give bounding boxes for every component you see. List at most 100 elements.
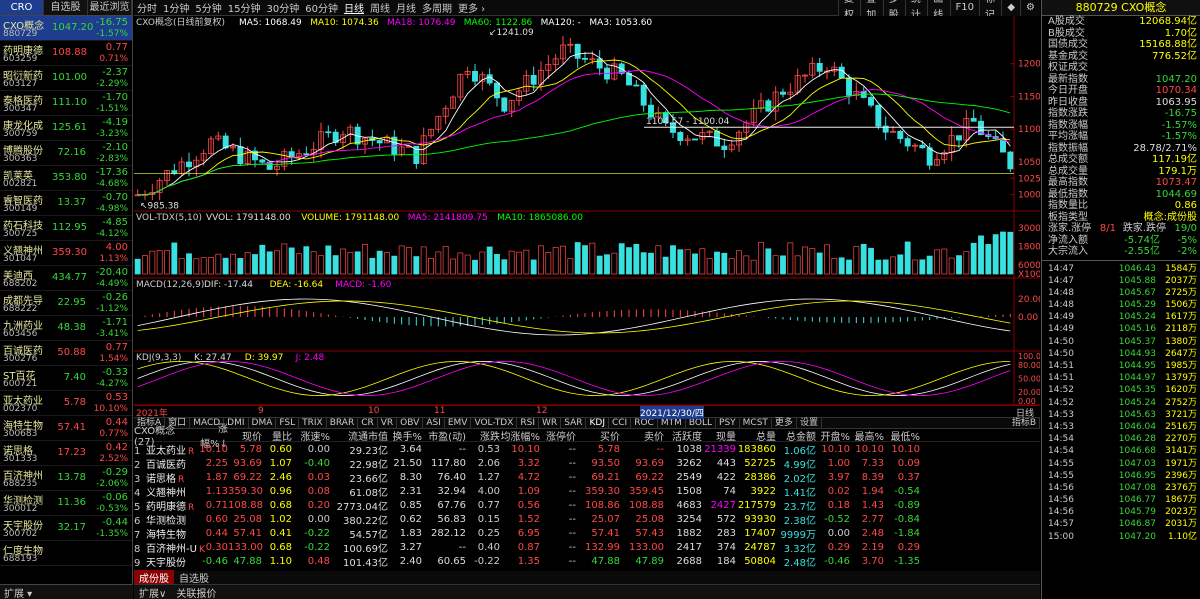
list-item[interactable]: 百济神州 688235 13.78 -0.29 -2.06% bbox=[0, 466, 132, 491]
table-cell: 359.30 bbox=[585, 485, 620, 497]
list-footer[interactable]: 扩展 ▾ bbox=[0, 584, 133, 599]
list-item[interactable]: 仁度生物 688193 bbox=[0, 541, 132, 566]
column-header[interactable]: 最低% bbox=[884, 428, 920, 443]
list-item[interactable]: 九洲药业 603456 48.38 -1.71 -3.41% bbox=[0, 316, 132, 341]
period-tab[interactable]: 30分钟 bbox=[263, 0, 302, 15]
kline-chart[interactable]: CXO概念(日线前复权) MA5: 1068.49 MA10: 1074.36 MA1… bbox=[134, 16, 1040, 405]
column-header[interactable]: 卖价 bbox=[620, 428, 664, 443]
table-row[interactable]: 3 诺思格 R 1.87 69.22 2.46 0.03 23.66亿 8.30 76.40 1.2… bbox=[134, 470, 1040, 485]
column-header[interactable]: 总金额 bbox=[776, 428, 816, 443]
column-header[interactable]: 最高% bbox=[850, 428, 884, 443]
period-tab[interactable]: 5分钟 bbox=[192, 0, 224, 15]
period-tab[interactable]: 日线 bbox=[341, 0, 367, 15]
table-row[interactable]: 5 药明康德 R 0.71 108.88 0.68 0.20 2773.04亿 0.85 67.7… bbox=[134, 498, 1040, 513]
table-row[interactable]: 8 百济神州-U K 0.30 133.00 0.68 -0.22 100.69亿 3.27 --… bbox=[134, 540, 1040, 555]
list-item[interactable]: 成都先导 688222 22.95 -0.26 -1.12% bbox=[0, 291, 132, 316]
table-cell: 0.02 bbox=[827, 485, 850, 497]
column-header[interactable]: 买价 bbox=[576, 428, 620, 443]
list-item[interactable]: 凯莱英 002821 353.80 -17.36 -4.68% bbox=[0, 166, 132, 191]
table-cell: 1.02 bbox=[269, 513, 292, 525]
column-header[interactable]: 量比 bbox=[262, 428, 292, 443]
stat-key: 最新指数 bbox=[1048, 73, 1088, 85]
period-tab[interactable]: 多周期 bbox=[419, 0, 455, 15]
list-item[interactable]: 天宇股份 300702 32.17 -0.44 -1.35% bbox=[0, 516, 132, 541]
tool-button[interactable]: F10 bbox=[949, 0, 979, 16]
column-header[interactable]: 涨速% bbox=[292, 428, 330, 443]
sheet-tab[interactable]: 成份股 bbox=[134, 570, 174, 585]
tick-volume: 1971万 bbox=[1165, 458, 1197, 469]
tool-button[interactable]: ◆ bbox=[1001, 0, 1020, 16]
period-tab[interactable]: 1分钟 bbox=[160, 0, 192, 15]
column-header[interactable]: 现量 bbox=[702, 428, 736, 443]
list-item[interactable]: 美迪西 688202 434.77 -20.40 -4.49% bbox=[0, 266, 132, 291]
list-item[interactable]: 博腾股份 300363 72.16 -2.10 -2.83% bbox=[0, 141, 132, 166]
list-item[interactable]: 诺思格 301333 17.23 0.42 2.52% bbox=[0, 441, 132, 466]
tab-watchlist[interactable]: 自选股 bbox=[44, 0, 88, 15]
stat-key: 基金成交 bbox=[1048, 50, 1088, 62]
stock-code: 300759 bbox=[3, 129, 38, 139]
table-cell: 3262 bbox=[676, 457, 702, 469]
table-cell: 23.7亿 bbox=[783, 501, 816, 513]
column-header[interactable]: 涨停价 bbox=[540, 428, 576, 443]
list-item[interactable]: 泰格医药 300347 111.10 -1.70 -1.51% bbox=[0, 91, 132, 116]
list-item[interactable]: 海特生物 300683 57.41 0.44 0.77% bbox=[0, 416, 132, 441]
period-tab[interactable]: 周线 bbox=[367, 0, 393, 15]
column-header[interactable]: 流通市值 bbox=[330, 428, 388, 443]
period-tab[interactable]: 15分钟 bbox=[225, 0, 264, 15]
vol-bar bbox=[376, 250, 383, 275]
list-item[interactable]: 百诚医药 300276 50.88 0.77 1.54% bbox=[0, 341, 132, 366]
sheet-tab[interactable]: 自选股 bbox=[174, 570, 214, 585]
stock-price: 1047.20 bbox=[52, 22, 94, 33]
table-row[interactable]: 7 海特生物 0.44 57.41 0.41 -0.22 54.57亿 1.83 282.12 0… bbox=[134, 526, 1040, 541]
period-label[interactable]: 日线 bbox=[1016, 406, 1034, 419]
table-cell: 1.41亿 bbox=[783, 487, 816, 499]
table-row[interactable]: 4 义翘神州 1.13 359.30 0.96 0.08 61.08亿 2.31 32.94 4.… bbox=[134, 484, 1040, 499]
tool-button[interactable]: ⚙ bbox=[1020, 0, 1040, 16]
table-cell: 1.10 bbox=[269, 555, 292, 567]
stock-change: 0.44 bbox=[105, 417, 128, 428]
footer-tab[interactable]: 扩展∨ bbox=[134, 585, 171, 599]
list-item[interactable]: 义翘神州 301047 359.30 4.00 1.13% bbox=[0, 241, 132, 266]
column-header[interactable]: 涨跌 bbox=[466, 428, 500, 443]
period-tab[interactable]: 月线 bbox=[393, 0, 419, 15]
stat-key: 指数量比 bbox=[1048, 200, 1088, 211]
tab-recent[interactable]: 最近浏览 bbox=[88, 0, 132, 15]
stock-pct: -1.35% bbox=[96, 529, 128, 539]
column-header[interactable]: 总量 bbox=[736, 428, 776, 443]
column-header[interactable]: 换手% bbox=[388, 428, 422, 443]
table-row[interactable]: 2 百诚医药 2.25 93.69 1.07 -0.40 22.98亿 21.50 117.80… bbox=[134, 456, 1040, 471]
column-header[interactable]: 均涨幅% bbox=[500, 428, 540, 443]
indicator-b-tab[interactable]: 指标B bbox=[1009, 417, 1040, 429]
tick-list[interactable]: 14:47 1046.43 1584万 14:47 1045.88 2037万 14:48 1… bbox=[1042, 263, 1200, 543]
column-header[interactable]: 活跃度 bbox=[664, 428, 702, 443]
period-tab[interactable]: 更多 › bbox=[455, 0, 488, 15]
table-row[interactable]: 9 天宇股份 -0.46 47.88 1.10 0.48 101.43亿 2.40 60.65-… bbox=[134, 554, 1040, 569]
candle-body bbox=[868, 97, 874, 106]
list-item[interactable]: 药明康德 603259 108.88 0.77 0.71% bbox=[0, 41, 132, 66]
list-item[interactable]: 亚太药业 002370 5.78 0.53 10.10% bbox=[0, 391, 132, 416]
list-item[interactable]: 康龙化成 300759 125.61 -4.19 -3.23% bbox=[0, 116, 132, 141]
table-row[interactable]: 1 亚太药业 R 10.10 5.78 0.60 0.00 29.23亿 3.64 -- 0.53 1… bbox=[134, 442, 1040, 457]
list-item[interactable]: 昭衍新药 603127 101.00 -2.37 -2.29% bbox=[0, 66, 132, 91]
column-header[interactable]: 市盈(动) bbox=[422, 428, 466, 443]
tick-price: 1045.63 bbox=[1118, 409, 1156, 420]
list-item[interactable]: 睿智医药 300149 13.37 -0.70 -4.98% bbox=[0, 191, 132, 216]
list-item[interactable]: 药石科技 300725 112.95 -4.85 -4.12% bbox=[0, 216, 132, 241]
column-header[interactable]: 开盘% bbox=[816, 428, 850, 443]
table-cell: 52725 bbox=[744, 457, 776, 469]
expand-button[interactable]: 扩展 ▾ bbox=[0, 589, 32, 599]
list-item[interactable]: 华测检测 300012 11.36 -0.06 -0.53% bbox=[0, 491, 132, 516]
tab-cro[interactable]: CRO bbox=[0, 0, 44, 15]
period-tab[interactable]: 60分钟 bbox=[302, 0, 341, 15]
column-header[interactable]: 现价 bbox=[228, 428, 262, 443]
table-row[interactable]: 6 华测检测 0.60 25.08 1.02 0.00 380.22亿 0.62 56.83 0.… bbox=[134, 512, 1040, 527]
kdj-label: J: 2.48 bbox=[295, 353, 325, 363]
footer-tab[interactable]: 关联报价 bbox=[171, 585, 221, 599]
period-tab[interactable]: 分时 bbox=[134, 0, 160, 15]
table-cell: 283 bbox=[716, 527, 736, 539]
table-cell: 2.19 bbox=[861, 541, 884, 553]
stock-code: 301047 bbox=[3, 254, 38, 264]
list-item[interactable]: ST百花 600721 7.40 -0.33 -4.27% bbox=[0, 366, 132, 391]
list-item[interactable]: CXO概念 880729 1047.20 -16.75 -1.57% bbox=[0, 16, 132, 41]
row-name-cell: 8 百济神州-U K bbox=[134, 540, 205, 555]
